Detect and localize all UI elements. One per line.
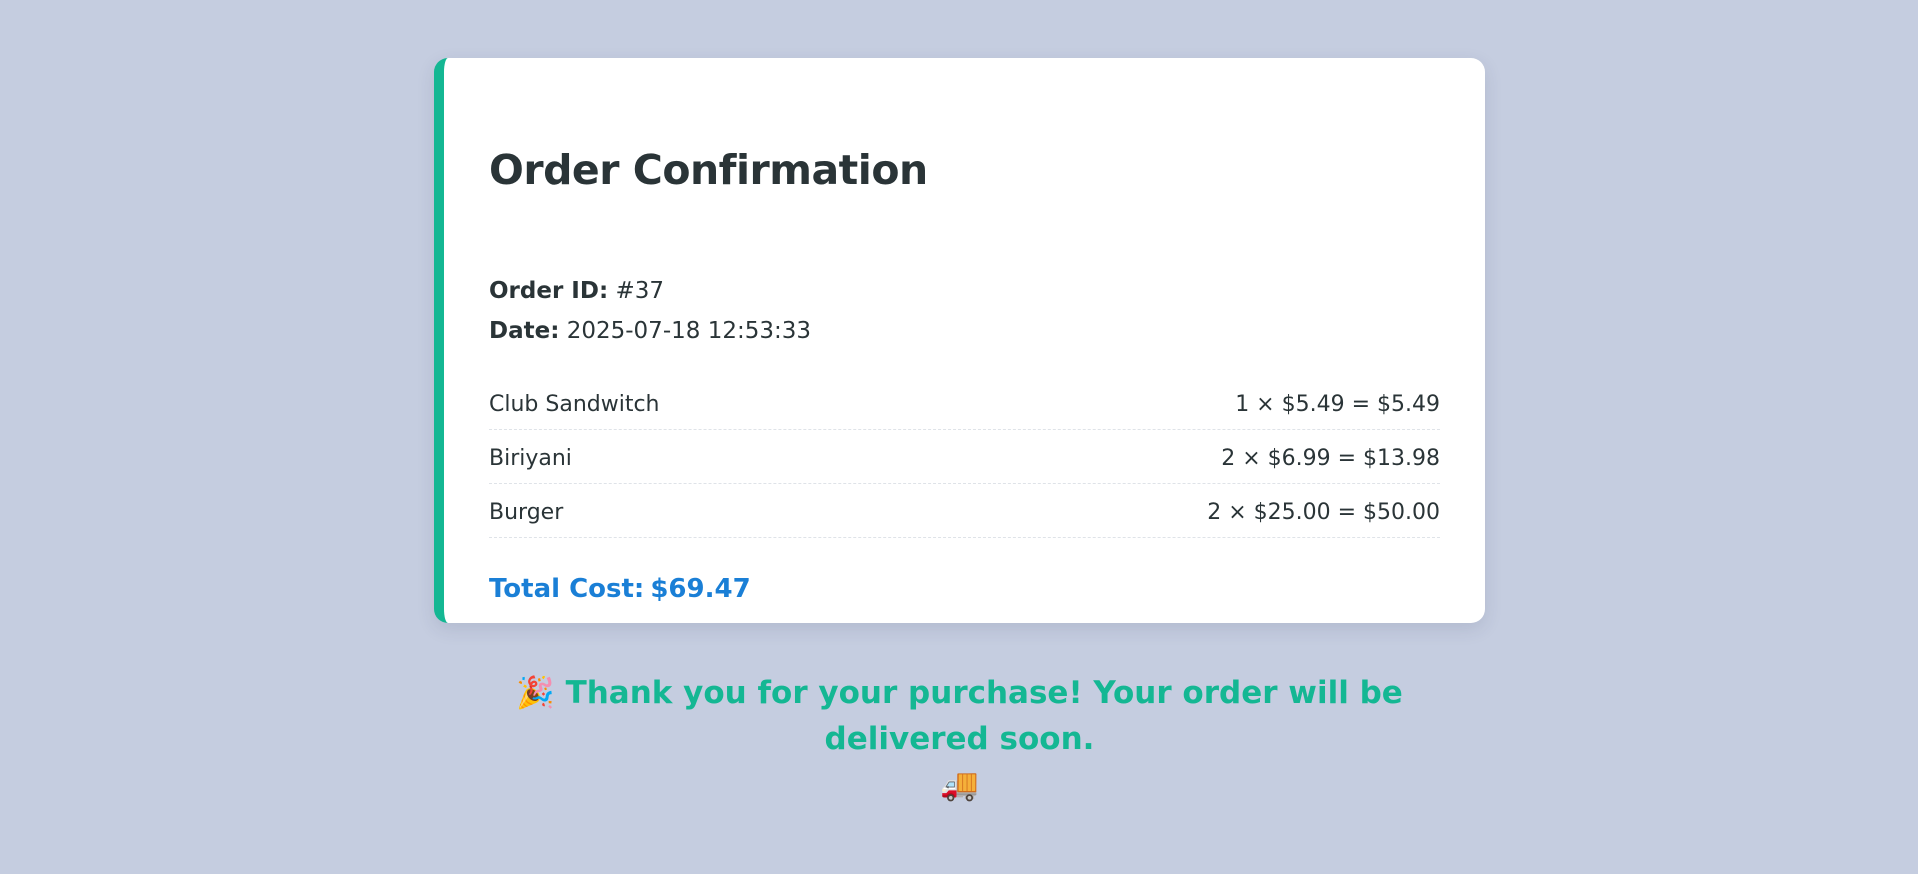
- thank-you-text: Thank you for your purchase! Your order …: [565, 675, 1403, 757]
- item-name: Biriyani: [489, 446, 572, 471]
- order-id-label: Order ID:: [489, 278, 609, 304]
- list-item: Biriyani 2 × $6.99 = $13.98: [489, 430, 1440, 484]
- list-item: Club Sandwitch 1 × $5.49 = $5.49: [489, 376, 1440, 430]
- total-cost-label: Total Cost:: [489, 574, 645, 604]
- order-id-value: #37: [615, 278, 665, 304]
- total-cost: Total Cost: $69.47: [489, 574, 751, 605]
- item-price-calc: 1 × $5.49 = $5.49: [1235, 392, 1440, 417]
- delivery-truck-icon: 🚚: [940, 767, 979, 803]
- list-item: Burger 2 × $25.00 = $50.00: [489, 484, 1440, 538]
- item-name: Burger: [489, 500, 564, 525]
- order-id-line: Order ID: #37: [489, 278, 664, 306]
- order-date-value: 2025-07-18 12:53:33: [566, 318, 811, 344]
- order-items-list: Club Sandwitch 1 × $5.49 = $5.49 Biriyan…: [489, 376, 1440, 538]
- item-price-calc: 2 × $25.00 = $50.00: [1207, 500, 1440, 525]
- thank-you-message: 🎉 Thank you for your purchase! Your orde…: [434, 670, 1485, 808]
- order-date-label: Date:: [489, 318, 560, 344]
- total-cost-value: $69.47: [650, 574, 751, 604]
- item-price-calc: 2 × $6.99 = $13.98: [1221, 446, 1440, 471]
- order-confirmation-card: Order Confirmation Order ID: #37 Date: 2…: [434, 58, 1485, 623]
- order-date-line: Date: 2025-07-18 12:53:33: [489, 318, 811, 346]
- item-name: Club Sandwitch: [489, 392, 660, 417]
- page-title: Order Confirmation: [489, 146, 928, 194]
- party-popper-icon: 🎉: [516, 675, 555, 711]
